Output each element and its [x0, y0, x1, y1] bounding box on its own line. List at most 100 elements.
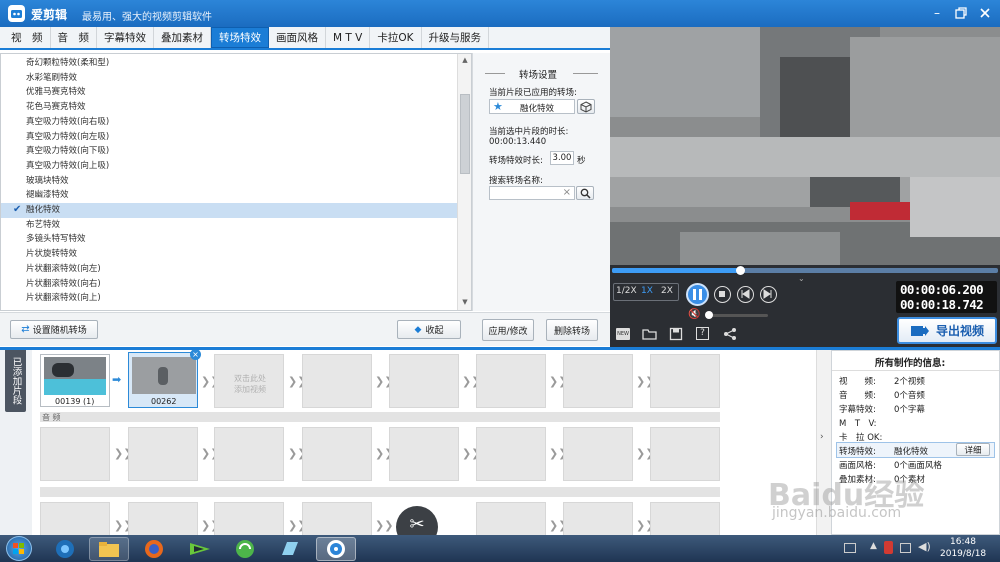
search-input[interactable]: ×: [489, 186, 575, 200]
empty-clip-slot[interactable]: [128, 427, 198, 481]
empty-clip-slot[interactable]: [302, 354, 372, 408]
seek-handle[interactable]: [736, 266, 745, 275]
pause-button[interactable]: [686, 283, 709, 306]
tray-keyboard-icon[interactable]: [844, 543, 856, 553]
list-item[interactable]: 花色马赛克特效: [1, 100, 458, 115]
expand-right-icon[interactable]: ›: [820, 432, 824, 442]
list-item[interactable]: 多镜头特写特效: [1, 232, 458, 247]
clip-thumb-selected[interactable]: 00262 ×: [128, 350, 201, 408]
empty-clip-slot[interactable]: [476, 427, 546, 481]
tab-mtv[interactable]: M T V: [326, 27, 371, 48]
share-icon[interactable]: [723, 327, 737, 344]
close-clip-icon[interactable]: ×: [190, 350, 201, 360]
collapse-button[interactable]: ◆ 收起: [397, 320, 461, 339]
prev-frame-button[interactable]: [737, 286, 754, 303]
seek-bar[interactable]: [612, 266, 998, 275]
empty-clip-slot[interactable]: [128, 502, 198, 535]
export-video-button[interactable]: 导出视频: [897, 317, 997, 344]
empty-clip-slot[interactable]: [40, 502, 110, 535]
next-frame-button[interactable]: [760, 286, 777, 303]
scroll-thumb[interactable]: [460, 94, 470, 174]
empty-clip-slot[interactable]: [476, 354, 546, 408]
tab-video[interactable]: 视 频: [4, 27, 51, 48]
expand-chevron-icon[interactable]: ⌄: [798, 274, 805, 283]
file-explorer-icon[interactable]: [89, 537, 129, 561]
tab-subtitle-effects[interactable]: 字幕特效: [97, 27, 154, 48]
list-item-selected[interactable]: ✔ 融化特效: [1, 203, 458, 218]
document-app-icon[interactable]: [270, 537, 310, 561]
list-item[interactable]: 水彩笔刷特效: [1, 71, 458, 86]
empty-clip-slot[interactable]: [476, 502, 546, 535]
speed-normal[interactable]: 1X: [641, 286, 653, 296]
speed-half[interactable]: 1/2X: [616, 286, 637, 296]
tab-picture-style[interactable]: 画面风格: [269, 27, 326, 48]
list-item[interactable]: 真空吸力特效(向右吸): [1, 115, 458, 130]
empty-clip-slot[interactable]: [214, 502, 284, 535]
scissors-button[interactable]: ✂: [396, 506, 438, 535]
empty-clip-slot[interactable]: [40, 427, 110, 481]
aijianji-taskbar-icon[interactable]: [316, 537, 356, 561]
volume-slider[interactable]: [705, 311, 768, 319]
delete-transition-button[interactable]: 删除转场: [546, 319, 598, 341]
new-project-icon[interactable]: NEW: [616, 328, 630, 340]
clip-thumb[interactable]: 00139 (1): [40, 354, 110, 407]
apply-button[interactable]: 应用/修改: [482, 319, 534, 341]
empty-clip-slot[interactable]: [389, 354, 459, 408]
list-item[interactable]: 玻璃块特效: [1, 174, 458, 189]
list-item[interactable]: 奇幻颗粒特效(柔和型): [1, 56, 458, 71]
restore-icon[interactable]: [954, 6, 968, 20]
random-transition-button[interactable]: ⇄ 设置随机转场: [10, 320, 98, 339]
empty-clip-slot[interactable]: [563, 502, 633, 535]
empty-clip-slot[interactable]: [214, 427, 284, 481]
media-player-icon[interactable]: [180, 537, 220, 561]
empty-clip-slot[interactable]: [650, 502, 720, 535]
added-clips-tab[interactable]: 已添加片段: [5, 350, 26, 412]
list-item[interactable]: 真空吸力特效(向上吸): [1, 159, 458, 174]
list-item[interactable]: 片状翻滚特效(向右): [1, 277, 458, 292]
empty-clip-slot[interactable]: [650, 354, 720, 408]
list-item[interactable]: 布艺特效: [1, 218, 458, 233]
open-folder-icon[interactable]: [642, 327, 658, 344]
cube-icon[interactable]: [577, 99, 595, 114]
tab-audio[interactable]: 音 频: [51, 27, 97, 48]
list-item[interactable]: 片状翻滚特效(向左): [1, 262, 458, 277]
refresh-app-icon[interactable]: [225, 537, 265, 561]
tab-transitions[interactable]: 转场特效: [211, 27, 269, 48]
list-item[interactable]: 真空吸力特效(向下吸): [1, 144, 458, 159]
empty-clip-slot[interactable]: 双击此处 添加视频: [214, 354, 284, 408]
scroll-down-icon[interactable]: ▼: [460, 298, 470, 308]
tray-network-icon[interactable]: [900, 543, 911, 553]
mute-icon[interactable]: 🔇: [688, 309, 700, 320]
firefox-icon[interactable]: [134, 537, 174, 561]
scroll-up-icon[interactable]: ▲: [460, 56, 470, 66]
clear-icon[interactable]: ×: [563, 187, 571, 198]
list-item[interactable]: 片状旋转特效: [1, 247, 458, 262]
empty-clip-slot[interactable]: [389, 427, 459, 481]
list-item[interactable]: 优雅马赛克特效: [1, 85, 458, 100]
empty-clip-slot[interactable]: [302, 427, 372, 481]
start-button[interactable]: [6, 536, 32, 561]
minimize-icon[interactable]: –: [930, 6, 944, 20]
empty-clip-slot[interactable]: [563, 354, 633, 408]
empty-clip-slot[interactable]: [302, 502, 372, 535]
empty-clip-slot[interactable]: [650, 427, 720, 481]
tab-karaoke[interactable]: 卡拉OK: [370, 27, 422, 48]
tray-arrow-icon[interactable]: ▲: [870, 541, 877, 551]
stop-button[interactable]: [714, 286, 731, 303]
list-item[interactable]: 真空吸力特效(向左吸): [1, 130, 458, 145]
close-icon[interactable]: [978, 6, 992, 20]
detail-button[interactable]: 详细: [956, 443, 990, 456]
list-scrollbar[interactable]: ▲ ▼: [457, 54, 471, 310]
tab-upgrade[interactable]: 升级与服务: [422, 27, 489, 48]
save-icon[interactable]: [669, 327, 683, 344]
tray-security-icon[interactable]: [884, 541, 893, 554]
list-item[interactable]: 片状翻滚特效(向上): [1, 291, 458, 306]
tray-volume-icon[interactable]: ◀): [918, 540, 931, 553]
effect-duration-input[interactable]: 3.00: [550, 151, 574, 165]
search-button[interactable]: [576, 186, 594, 200]
tab-overlay[interactable]: 叠加素材: [154, 27, 211, 48]
media-center-icon[interactable]: [45, 537, 85, 561]
volume-handle[interactable]: [705, 311, 713, 319]
help-icon[interactable]: ?: [696, 327, 709, 340]
empty-clip-slot[interactable]: [563, 427, 633, 481]
